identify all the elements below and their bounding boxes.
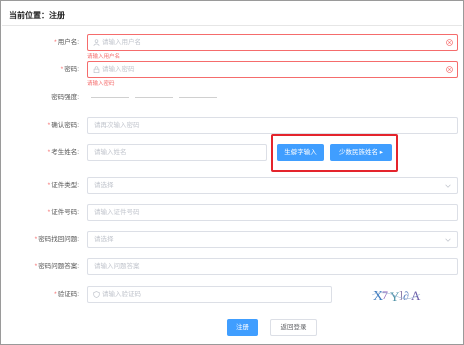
captcha-placeholder: 请输入验证码	[102, 291, 141, 298]
page-frame: 当前位置：注册 *用户名: 请输入用户名 请输入用户名 *密码: 请输入密码 请…	[0, 0, 464, 345]
breadcrumb: 当前位置：注册	[9, 11, 65, 20]
register-button[interactable]: 注册	[227, 319, 258, 336]
captcha-image[interactable]: X 7 Y ] ∂ A	[371, 286, 421, 304]
ethnic-name-button[interactable]: 少数民族姓名 ▸	[330, 144, 392, 161]
name-input[interactable]: 请输入姓名	[87, 144, 267, 161]
security-answer-input[interactable]: 请输入问题答案	[87, 258, 458, 275]
security-question-select[interactable]: 请选择	[87, 231, 458, 248]
id-type-placeholder: 请选择	[94, 182, 114, 189]
chevron-down-icon	[445, 184, 451, 188]
strength-bar-medium	[135, 97, 173, 98]
name-label: *考生姓名:	[47, 149, 79, 156]
user-icon	[93, 39, 100, 46]
shield-icon	[93, 291, 100, 298]
header-divider	[2, 25, 462, 26]
id-number-label: *证件号码:	[47, 209, 79, 216]
clear-icon[interactable]	[446, 39, 453, 46]
ethnic-name-label: 少数民族姓名	[338, 149, 378, 156]
svg-text:7: 7	[382, 288, 388, 302]
back-login-button[interactable]: 返回登录	[270, 319, 317, 336]
username-placeholder: 请输入用户名	[102, 39, 141, 46]
name-placeholder: 请输入姓名	[94, 149, 127, 156]
password-error: 请输入密码	[87, 81, 115, 87]
password-label: *密码:	[60, 66, 79, 73]
username-label: *用户名:	[54, 39, 79, 46]
rare-char-button[interactable]: 生僻字输入	[277, 144, 324, 161]
lock-icon	[93, 66, 100, 73]
password-placeholder: 请输入密码	[102, 66, 135, 73]
confirm-password-input[interactable]: 请再次输入密码	[87, 117, 458, 134]
captcha-label: *验证码:	[54, 291, 79, 298]
strength-bar-strong	[179, 97, 217, 98]
confirm-placeholder: 请再次输入密码	[94, 122, 140, 129]
id-number-input[interactable]: 请输入证件号码	[87, 204, 458, 221]
captcha-input[interactable]: 请输入验证码	[87, 286, 332, 303]
clear-icon[interactable]	[446, 66, 453, 73]
caret-down-icon: ▸	[379, 149, 384, 156]
username-input[interactable]: 请输入用户名	[87, 34, 458, 51]
id-type-label: *证件类型:	[47, 182, 79, 189]
username-error: 请输入用户名	[87, 54, 121, 60]
strength-bar-weak	[91, 97, 129, 98]
security-answer-label: *密码问题答案:	[34, 263, 79, 270]
security-answer-placeholder: 请输入问题答案	[94, 263, 140, 270]
id-number-placeholder: 请输入证件号码	[94, 209, 140, 216]
security-question-label: *密码找回问题:	[34, 236, 79, 243]
id-type-select[interactable]: 请选择	[87, 177, 458, 194]
svg-text:∂: ∂	[403, 289, 409, 303]
password-input[interactable]: 请输入密码	[87, 61, 458, 78]
svg-text:A: A	[411, 288, 421, 303]
security-question-placeholder: 请选择	[94, 236, 114, 243]
chevron-down-icon	[445, 238, 451, 242]
confirm-label: *确认密码:	[47, 122, 79, 129]
strength-label: 密码强度:	[51, 94, 79, 101]
